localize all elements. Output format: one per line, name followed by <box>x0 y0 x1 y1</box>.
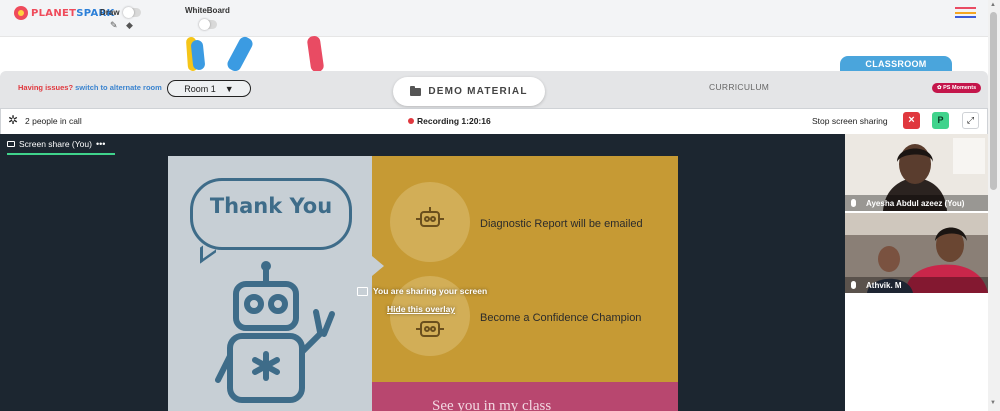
whiteboard-label: WhiteBoard <box>185 6 230 15</box>
slide-notch <box>372 256 384 276</box>
draw-label: Draw <box>100 8 120 17</box>
screen-share-tab-label: Screen share (You) <box>19 139 92 149</box>
menu-line <box>955 7 976 9</box>
menu-line <box>955 11 976 14</box>
app-root: PLANETSPARK Draw ✎ ◆ WhiteBoard CLASSROO… <box>0 0 1000 411</box>
robot-illustration <box>215 261 335 403</box>
top-toolbar <box>0 0 988 37</box>
recording-label: Recording <box>417 116 460 126</box>
fullscreen-button[interactable]: ⤢ <box>962 112 979 129</box>
demo-material-button[interactable]: DEMO MATERIAL <box>393 77 545 106</box>
p-button[interactable]: P <box>932 112 949 129</box>
tab-curriculum[interactable]: CURRICULUM <box>709 82 769 92</box>
recording-time: 1:20:16 <box>461 116 491 126</box>
decorative-slash <box>225 34 255 74</box>
menu-line <box>955 16 976 18</box>
robot-badge-icon <box>416 321 444 337</box>
participant-video-tile[interactable]: Ayesha Abdul azeez (You) <box>845 134 988 211</box>
whiteboard-toggle[interactable] <box>199 19 217 30</box>
decorative-arc <box>190 39 206 71</box>
participant-name: Athvik. M <box>866 281 902 290</box>
decorative-arc <box>306 35 325 73</box>
menu-icon[interactable] <box>955 7 976 18</box>
room-select[interactable]: Room 1 ▼ <box>167 80 251 97</box>
more-options-icon[interactable]: ••• <box>96 139 105 149</box>
diagnostic-report-text: Diagnostic Report will be emailed <box>480 218 643 230</box>
monitor-icon <box>7 141 15 147</box>
tab-classroom[interactable]: CLASSROOM <box>840 56 952 72</box>
hide-overlay-link[interactable]: Hide this overlay <box>387 304 455 314</box>
logo-icon <box>14 6 28 20</box>
stop-screen-sharing-label: Stop screen sharing <box>812 116 888 126</box>
people-count: 2 people in call <box>25 116 82 126</box>
screen-share-icon <box>357 286 368 296</box>
recording-status: Recording 1:20:16 <box>417 116 491 126</box>
tab-screen-share[interactable]: Screen share (You) ••• <box>7 139 115 155</box>
scroll-down-icon[interactable]: ▼ <box>990 400 996 406</box>
microphone-icon <box>851 281 856 289</box>
farewell-text: See you in my class <box>432 398 552 411</box>
participant-name: Ayesha Abdul azeez (You) <box>866 199 965 208</box>
recording-dot-icon <box>408 118 414 124</box>
microphone-icon <box>851 199 856 207</box>
sharing-overlay-text: You are sharing your screen <box>373 286 488 296</box>
shared-slide: Thank You Diagnostic Report will be emai… <box>168 156 678 411</box>
folder-icon <box>410 85 422 96</box>
ps-moments-label: PS Moments <box>943 85 977 91</box>
eraser-icon[interactable]: ◆ <box>126 20 133 31</box>
participant-video-tile[interactable]: Athvik. M <box>845 213 988 293</box>
ps-moments-button[interactable]: ✿ PS Moments <box>932 83 982 93</box>
thank-you-text: Thank You <box>209 194 333 218</box>
logo-text-planet: PLANET <box>31 7 77 19</box>
issues-notice: Having issues? switch to alternate room <box>18 83 162 92</box>
robot-badge-icon <box>416 207 444 227</box>
chevron-down-icon: ▼ <box>224 83 234 94</box>
scroll-up-icon[interactable]: ▲ <box>990 2 996 8</box>
gear-icon[interactable]: ✲ <box>8 114 18 126</box>
pencil-icon[interactable]: ✎ <box>110 20 118 31</box>
sharing-overlay-message: You are sharing your screen <box>357 286 487 296</box>
draw-toggle[interactable] <box>123 7 141 18</box>
scrollbar-thumb[interactable] <box>990 12 997 190</box>
room-select-value: Room 1 <box>184 83 216 94</box>
stop-sharing-button[interactable]: × <box>903 112 920 129</box>
confidence-champion-text: Become a Confidence Champion <box>480 312 642 324</box>
alternate-room-link[interactable]: switch to alternate room <box>75 83 162 92</box>
issues-text: Having issues? <box>18 83 74 92</box>
demo-material-label: DEMO MATERIAL <box>428 86 528 97</box>
